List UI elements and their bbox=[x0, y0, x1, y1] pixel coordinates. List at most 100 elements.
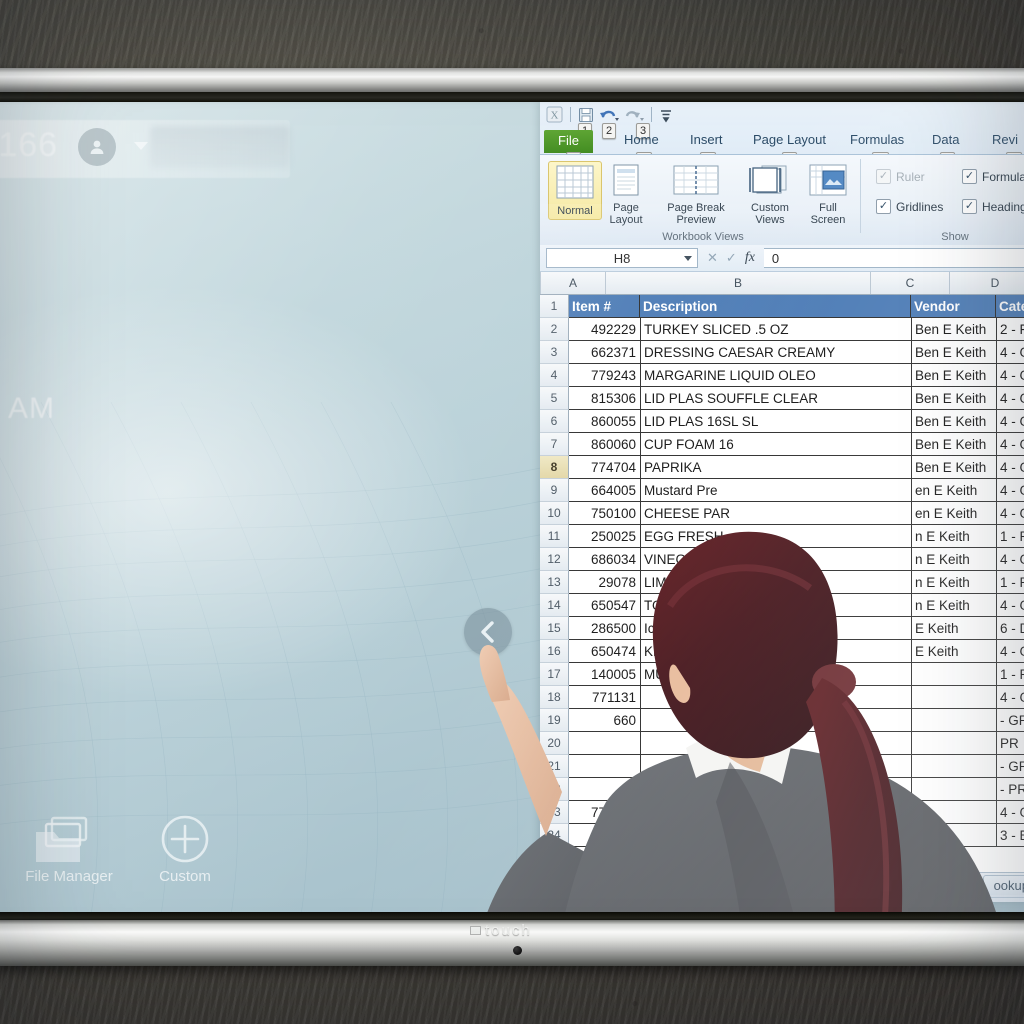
cell-description[interactable]: CUP FOAM 16 bbox=[641, 433, 912, 456]
column-header-d[interactable]: D bbox=[950, 272, 1024, 294]
dock-item-file-manager[interactable]: File Manager bbox=[14, 812, 124, 885]
display-bezel-top bbox=[0, 68, 1024, 94]
row-header-3[interactable]: 3 bbox=[540, 341, 569, 364]
view-button-label-l2: Views bbox=[755, 214, 785, 226]
cell-item[interactable]: 860055 bbox=[569, 410, 641, 433]
cell-description[interactable]: LID PLAS 16SL SL bbox=[641, 410, 912, 433]
cell-category[interactable]: 4 - GR bbox=[997, 341, 1024, 364]
cell-vendor[interactable]: Ben E Keith bbox=[912, 433, 997, 456]
header-cell-category[interactable]: Categ bbox=[996, 295, 1024, 318]
cell-category[interactable]: 4 - GR bbox=[997, 433, 1024, 456]
enter-icon[interactable]: ✓ bbox=[726, 250, 737, 266]
tab-page-layout[interactable]: Page Layout bbox=[753, 132, 826, 147]
checkbox-ruler[interactable]: ✓ bbox=[876, 169, 891, 184]
table-row[interactable]: 3 662371 DRESSING CAESAR CREAMY Ben E Keith… bbox=[540, 341, 1024, 364]
view-button-label-l1: Full bbox=[819, 202, 837, 214]
header-cell-description[interactable]: Description bbox=[640, 295, 911, 318]
tab-formulas[interactable]: Formulas bbox=[850, 132, 904, 147]
cell-category[interactable]: 4 - GR bbox=[997, 387, 1024, 410]
row-header-4[interactable]: 4 bbox=[540, 364, 569, 387]
page-layout-icon-glyph bbox=[613, 164, 639, 196]
row-header-7[interactable]: 7 bbox=[540, 433, 569, 456]
checkbox-formula-bar[interactable]: ✓ bbox=[962, 169, 977, 184]
select-all-corner[interactable] bbox=[540, 272, 541, 294]
view-button-custom-views[interactable]: Custom Views bbox=[742, 163, 798, 226]
view-button-page-layout[interactable]: Page Layout bbox=[602, 163, 650, 226]
cell-item[interactable]: 664005 bbox=[569, 479, 641, 502]
view-button-normal[interactable]: Normal bbox=[548, 161, 602, 220]
header-cell-item[interactable]: Item # bbox=[569, 295, 640, 318]
cell-description[interactable]: PAPRIKA bbox=[641, 456, 912, 479]
cell-vendor[interactable]: Ben E Keith bbox=[912, 341, 997, 364]
name-box[interactable]: H8 bbox=[546, 248, 698, 268]
view-button-page-break-preview[interactable]: Page Break Preview bbox=[658, 163, 734, 226]
undo-icon[interactable] bbox=[599, 107, 619, 123]
row-header-8[interactable]: 8 bbox=[540, 456, 569, 479]
tab-review[interactable]: Revi bbox=[992, 132, 1018, 147]
row-header-1[interactable]: 1 bbox=[540, 295, 569, 318]
cell-category[interactable]: 4 - GR bbox=[997, 410, 1024, 433]
normal-view-icon-glyph bbox=[556, 165, 594, 199]
cell-item[interactable]: 492229 bbox=[569, 318, 641, 341]
cell-item[interactable]: 774704 bbox=[569, 456, 641, 479]
formula-input[interactable]: 0 bbox=[763, 248, 1024, 268]
check-headings[interactable]: ✓ Headings bbox=[962, 199, 1024, 214]
cell-description[interactable]: DRESSING CAESAR CREAMY bbox=[641, 341, 912, 364]
row-header-9[interactable]: 9 bbox=[540, 479, 569, 502]
dock-item-custom[interactable]: Custom bbox=[130, 812, 240, 885]
row-header-2[interactable]: 2 bbox=[540, 318, 569, 341]
cell-item[interactable]: 815306 bbox=[569, 387, 641, 410]
check-ruler-label: Ruler bbox=[896, 169, 925, 184]
cell-vendor[interactable]: Ben E Keith bbox=[912, 318, 997, 341]
cell-vendor[interactable]: Ben E Keith bbox=[912, 456, 997, 479]
table-row[interactable]: 7860060CUP FOAM 16Ben E Keith4 - GR bbox=[540, 433, 1024, 456]
table-row[interactable]: 4 779243 MARGARINE LIQUID OLEO Ben E Keith 4… bbox=[540, 364, 1024, 387]
chevron-down-icon[interactable] bbox=[134, 142, 148, 150]
table-row[interactable]: 2 492229 TURKEY SLICED .5 OZ Ben E Keith 2 -… bbox=[540, 318, 1024, 341]
cell-description[interactable]: MARGARINE LIQUID OLEO bbox=[641, 364, 912, 387]
checkbox-gridlines[interactable]: ✓ bbox=[876, 199, 891, 214]
cancel-icon[interactable]: ✕ bbox=[707, 250, 718, 266]
cell-vendor[interactable]: Ben E Keith bbox=[912, 410, 997, 433]
cell-category[interactable]: 4 - GR bbox=[997, 479, 1024, 502]
column-header-b[interactable]: B bbox=[606, 272, 871, 294]
cell-item[interactable]: 779243 bbox=[569, 364, 641, 387]
cell-category[interactable]: 4 - GR bbox=[997, 456, 1024, 479]
table-row[interactable]: 8774704PAPRIKABen E Keith4 - GR bbox=[540, 456, 1024, 479]
customize-qat-icon[interactable] bbox=[659, 107, 673, 123]
row-header-6[interactable]: 6 bbox=[540, 410, 569, 433]
column-header-row: A B C D bbox=[540, 272, 1024, 295]
cell-item[interactable]: 860060 bbox=[569, 433, 641, 456]
cell-description[interactable]: LID PLAS SOUFFLE CLEAR bbox=[641, 387, 912, 410]
table-row[interactable]: 6860055LID PLAS 16SL SLBen E Keith4 - GR bbox=[540, 410, 1024, 433]
redo-icon[interactable] bbox=[624, 107, 644, 123]
table-row[interactable]: 5 815306 LID PLAS SOUFFLE CLEAR Ben E Keith… bbox=[540, 387, 1024, 410]
cell-description[interactable]: Mustard Pre bbox=[641, 479, 912, 502]
column-header-a[interactable]: A bbox=[541, 272, 606, 294]
insert-function-icon[interactable]: fx bbox=[745, 250, 755, 266]
checkbox-headings[interactable]: ✓ bbox=[962, 199, 977, 214]
header-cell-vendor[interactable]: Vendor bbox=[911, 295, 996, 318]
cell-category[interactable]: 4 - GR bbox=[997, 364, 1024, 387]
tab-insert[interactable]: Insert bbox=[690, 132, 723, 147]
row-header-5[interactable]: 5 bbox=[540, 387, 569, 410]
cell-item[interactable]: 662371 bbox=[569, 341, 641, 364]
view-button-full-screen[interactable]: Full Screen bbox=[804, 163, 852, 226]
table-row[interactable]: 9664005Mustard Preen E Keith4 - GR bbox=[540, 479, 1024, 502]
cell-category[interactable]: 2 - FR bbox=[997, 318, 1024, 341]
cell-vendor[interactable]: Ben E Keith bbox=[912, 364, 997, 387]
person-icon[interactable] bbox=[78, 128, 116, 166]
tab-data[interactable]: Data bbox=[932, 132, 959, 147]
tab-file[interactable]: File bbox=[544, 130, 593, 153]
check-formula-bar[interactable]: ✓ Formula Bar bbox=[962, 169, 1024, 184]
cell-vendor[interactable]: en E Keith bbox=[912, 479, 997, 502]
chevron-down-icon[interactable] bbox=[684, 255, 692, 261]
page-break-icon bbox=[658, 163, 734, 200]
check-ruler[interactable]: ✓ Ruler bbox=[876, 169, 925, 184]
save-icon[interactable] bbox=[578, 107, 594, 123]
tab-home[interactable]: Home bbox=[624, 132, 659, 147]
check-gridlines[interactable]: ✓ Gridlines bbox=[876, 199, 943, 214]
column-header-c[interactable]: C bbox=[871, 272, 950, 294]
cell-vendor[interactable]: Ben E Keith bbox=[912, 387, 997, 410]
cell-description[interactable]: TURKEY SLICED .5 OZ bbox=[641, 318, 912, 341]
